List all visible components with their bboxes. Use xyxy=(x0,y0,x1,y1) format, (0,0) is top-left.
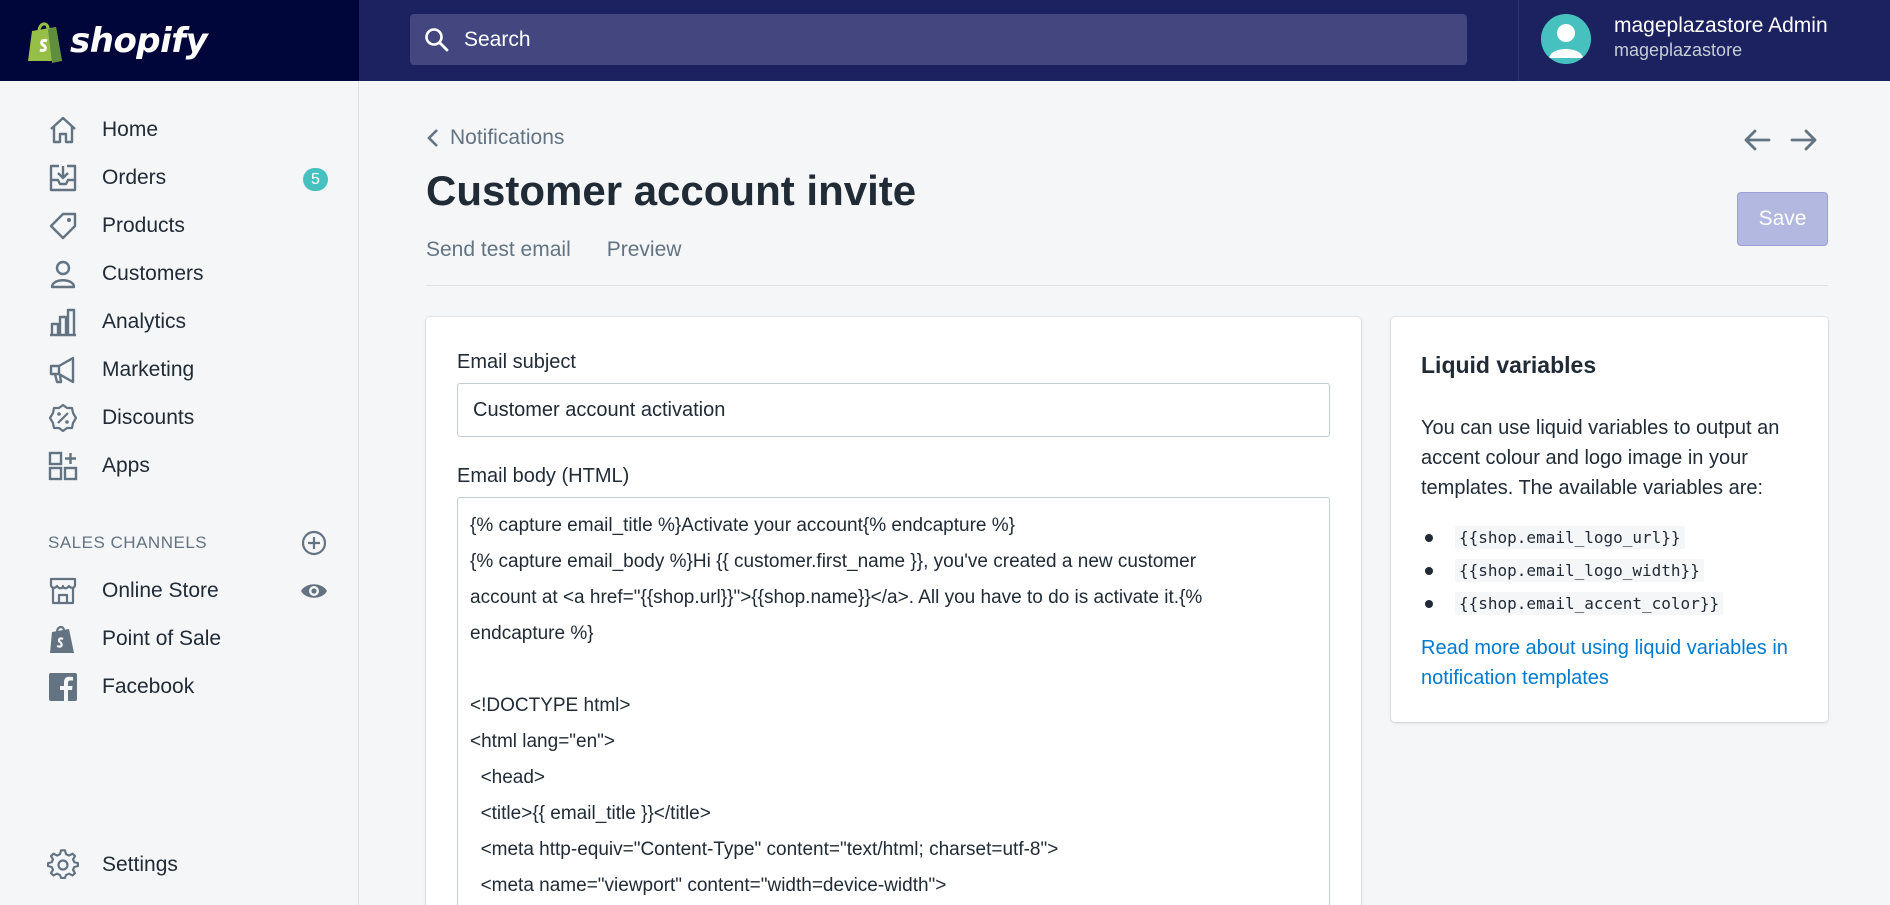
email-subject-input[interactable]: Customer account activation xyxy=(457,383,1330,437)
email-editor-card: Email subject Customer account activatio… xyxy=(426,317,1361,905)
sidebar-item-facebook[interactable]: Facebook xyxy=(0,663,358,711)
gear-icon xyxy=(46,848,80,882)
sidebar: Home Orders 5 Products Customers Analyti… xyxy=(0,81,359,905)
facebook-icon xyxy=(46,670,80,704)
sidebar-item-label: Marketing xyxy=(102,358,195,381)
previous-arrow-icon[interactable] xyxy=(1741,126,1773,154)
user-divider xyxy=(1518,0,1519,81)
list-item: {{shop.email_logo_width}} xyxy=(1421,554,1723,587)
top-bar: shopify Search mageplazastore Admin mage… xyxy=(0,0,1890,81)
sidebar-item-label: Point of Sale xyxy=(102,627,222,650)
sidebar-item-products[interactable]: Products xyxy=(0,202,358,250)
sidebar-item-label: Orders xyxy=(102,166,167,189)
bar-chart-icon xyxy=(46,305,80,339)
page-title: Customer account invite xyxy=(426,167,917,214)
search-bar[interactable]: Search xyxy=(410,14,1467,65)
shopify-brand[interactable]: shopify xyxy=(0,0,359,81)
email-body-textarea[interactable]: {% capture email_title %}Activate your a… xyxy=(457,497,1330,905)
search-icon xyxy=(425,27,449,51)
sidebar-item-discounts[interactable]: Discounts xyxy=(0,394,358,442)
bullet xyxy=(1425,533,1433,542)
orders-count-badge: 5 xyxy=(303,168,328,191)
sidebar-item-label: Online Store xyxy=(102,579,219,602)
variable-code: {{shop.email_logo_width}} xyxy=(1455,559,1704,582)
add-sales-channel-icon[interactable] xyxy=(300,529,328,557)
liquid-variables-help-link[interactable]: Read more about using liquid variables i… xyxy=(1421,633,1801,693)
apps-icon xyxy=(46,449,80,483)
discount-icon xyxy=(46,401,80,435)
megaphone-icon xyxy=(46,353,80,387)
liquid-variables-card: Liquid variables You can use liquid vari… xyxy=(1391,317,1828,722)
orders-icon xyxy=(46,161,80,195)
email-body-label: Email body (HTML) xyxy=(457,465,630,487)
sidebar-item-label: Customers xyxy=(102,262,204,285)
sidebar-item-label: Discounts xyxy=(102,406,195,429)
user-store-name: mageplazastore xyxy=(1614,40,1743,60)
preview-button[interactable]: Preview xyxy=(607,238,682,262)
sidebar-item-label: Apps xyxy=(102,454,150,477)
avatar[interactable] xyxy=(1541,14,1591,64)
eye-icon[interactable] xyxy=(300,580,328,602)
person-icon xyxy=(46,257,80,291)
chevron-left-icon xyxy=(427,129,438,147)
bullet xyxy=(1425,566,1433,575)
bullet xyxy=(1425,599,1433,608)
liquid-variables-list: {{shop.email_logo_url}} {{shop.email_log… xyxy=(1421,521,1724,620)
sidebar-item-point-of-sale[interactable]: Point of Sale xyxy=(0,615,358,663)
sidebar-item-label: Analytics xyxy=(102,310,187,333)
sidebar-item-apps[interactable]: Apps xyxy=(0,442,358,490)
breadcrumb-back-link[interactable]: Notifications xyxy=(426,126,564,150)
tag-icon xyxy=(46,209,80,243)
brand-name: shopify xyxy=(70,20,208,61)
sidebar-item-settings[interactable]: Settings xyxy=(0,841,358,889)
home-icon xyxy=(46,113,80,147)
sidebar-item-label: Home xyxy=(102,118,159,141)
sidebar-item-analytics[interactable]: Analytics xyxy=(0,298,358,346)
search-placeholder: Search xyxy=(464,27,531,51)
sidebar-item-orders[interactable]: Orders 5 xyxy=(0,154,358,202)
breadcrumb-label: Notifications xyxy=(450,126,565,149)
liquid-variables-title: Liquid variables xyxy=(1421,352,1597,378)
shopify-bag-logo-icon xyxy=(28,22,62,63)
user-name[interactable]: mageplazastore Admin xyxy=(1614,14,1828,38)
send-test-email-button[interactable]: Send test email xyxy=(426,238,571,262)
email-subject-label: Email subject xyxy=(457,351,576,373)
sidebar-item-label: Facebook xyxy=(102,675,195,698)
page-actions: Send test email Preview xyxy=(426,238,681,262)
header-divider xyxy=(426,285,1828,286)
shopify-bag-icon xyxy=(46,622,80,656)
store-icon xyxy=(46,574,80,608)
sidebar-item-home[interactable]: Home xyxy=(0,106,358,154)
sales-channels-heading: SALES CHANNELS xyxy=(48,533,208,552)
variable-code: {{shop.email_accent_color}} xyxy=(1455,592,1724,615)
sidebar-item-label: Products xyxy=(102,214,185,237)
sidebar-item-marketing[interactable]: Marketing xyxy=(0,346,358,394)
sidebar-item-label: Settings xyxy=(102,853,178,876)
person-icon xyxy=(1549,24,1583,58)
list-item: {{shop.email_logo_url}} xyxy=(1421,521,1723,554)
list-item: {{shop.email_accent_color}} xyxy=(1421,587,1724,620)
liquid-variables-description: You can use liquid variables to output a… xyxy=(1421,417,1780,499)
next-arrow-icon[interactable] xyxy=(1788,126,1820,154)
save-button[interactable]: Save xyxy=(1737,192,1828,246)
variable-code: {{shop.email_logo_url}} xyxy=(1455,526,1685,549)
sidebar-item-customers[interactable]: Customers xyxy=(0,250,358,298)
